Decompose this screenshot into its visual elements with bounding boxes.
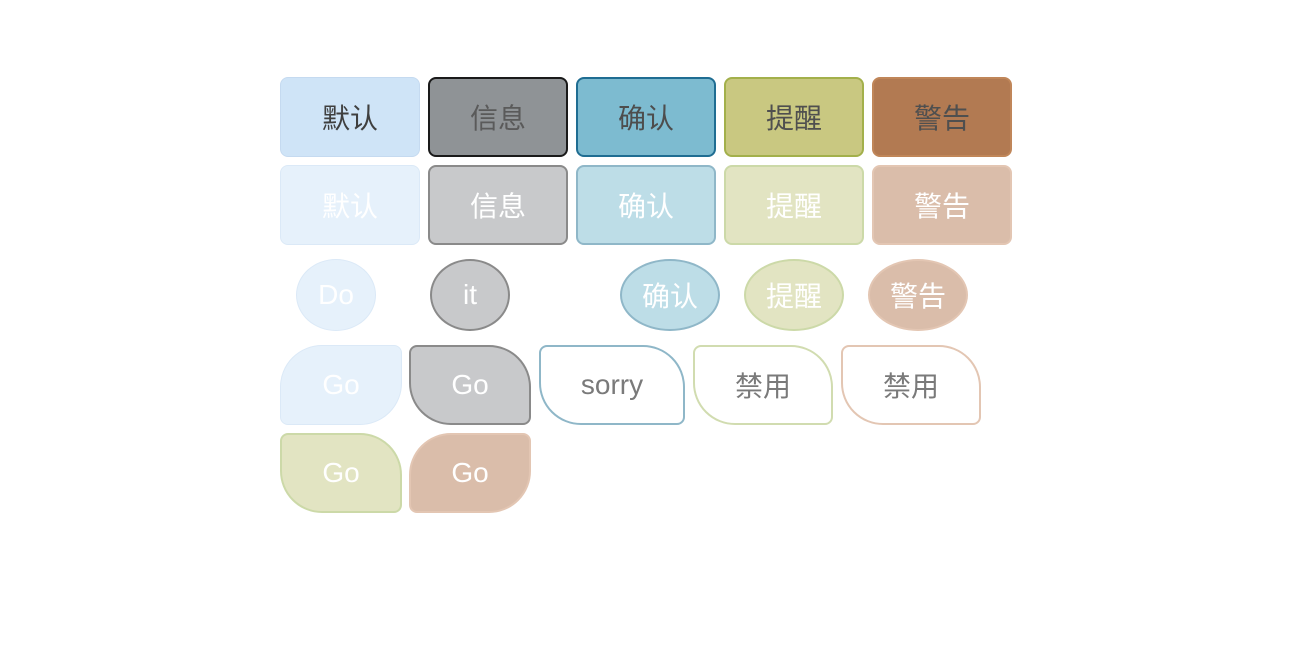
confirm-button[interactable]: 确认 xyxy=(576,77,716,157)
confirm-outline-button[interactable]: sorry xyxy=(539,345,685,425)
default-oval-button[interactable]: Do xyxy=(296,259,376,331)
confirm-button-light[interactable]: 确认 xyxy=(576,165,716,245)
remind-button[interactable]: 提醒 xyxy=(724,77,864,157)
info-leaf-button[interactable]: Go xyxy=(409,345,531,425)
remind-leaf-button[interactable]: Go xyxy=(280,433,402,513)
warn-oval-button[interactable]: 警告 xyxy=(868,259,968,331)
confirm-oval-button[interactable]: 确认 xyxy=(620,259,720,331)
remind-disabled-button[interactable]: 禁用 xyxy=(693,345,833,425)
info-oval-button[interactable]: it xyxy=(430,259,510,331)
default-leaf-button[interactable]: Go xyxy=(280,345,402,425)
remind-oval-button[interactable]: 提醒 xyxy=(744,259,844,331)
warn-leaf-button[interactable]: Go xyxy=(409,433,531,513)
warn-disabled-button[interactable]: 禁用 xyxy=(841,345,981,425)
info-button[interactable]: 信息 xyxy=(428,77,568,157)
info-button-light[interactable]: 信息 xyxy=(428,165,568,245)
default-button-light[interactable]: 默认 xyxy=(280,165,420,245)
default-button[interactable]: 默认 xyxy=(280,77,420,157)
button-showcase: 默认 信息 确认 提醒 警告 默认 信息 确认 提醒 警告 Do it 确认 提… xyxy=(0,0,1294,652)
remind-button-light[interactable]: 提醒 xyxy=(724,165,864,245)
warn-button-light[interactable]: 警告 xyxy=(872,165,1012,245)
warn-button[interactable]: 警告 xyxy=(872,77,1012,157)
